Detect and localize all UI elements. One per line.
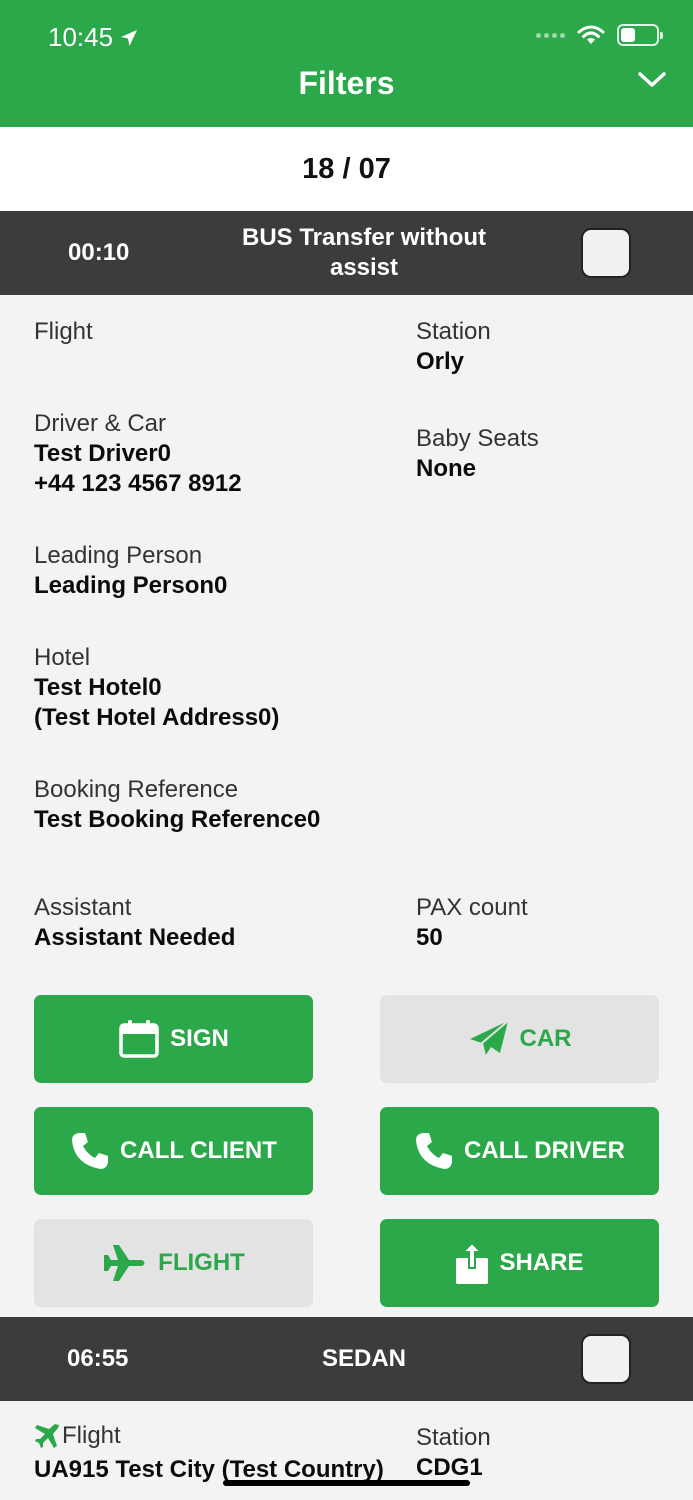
hotel-name: Test Hotel0 bbox=[34, 674, 162, 701]
transfer-header[interactable]: 06:55 SEDAN bbox=[0, 1317, 693, 1401]
battery-icon bbox=[617, 24, 663, 46]
call-client-button[interactable]: CALL CLIENT bbox=[34, 1107, 313, 1195]
leading-person-value: Leading Person0 bbox=[34, 572, 228, 599]
airplane-icon bbox=[35, 1424, 59, 1448]
baby-seats-label: Baby Seats bbox=[416, 425, 539, 452]
date-selector[interactable]: 18 / 07 bbox=[0, 127, 693, 211]
sign-button[interactable]: SIGN bbox=[34, 995, 313, 1083]
driver-phone: +44 123 4567 8912 bbox=[34, 470, 242, 497]
call-driver-button-label: CALL DRIVER bbox=[464, 1137, 625, 1164]
share-button[interactable]: SHARE bbox=[380, 1219, 659, 1307]
app-header: 10:45 Filters bbox=[0, 0, 693, 127]
driver-name: Test Driver0 bbox=[34, 440, 171, 467]
home-indicator bbox=[223, 1480, 470, 1486]
transfer-time: 00:10 bbox=[68, 239, 130, 266]
station-label: Station bbox=[416, 1424, 491, 1451]
location-arrow-icon bbox=[121, 29, 138, 46]
flight-label-row: Flight bbox=[34, 1421, 121, 1451]
station-value: CDG1 bbox=[416, 1454, 483, 1481]
paper-plane-icon bbox=[469, 1020, 509, 1057]
sign-button-label: SIGN bbox=[170, 1025, 229, 1052]
wifi-icon bbox=[577, 25, 605, 44]
status-time: 10:45 bbox=[48, 22, 139, 53]
transfer-checkbox[interactable] bbox=[581, 1334, 631, 1384]
assistant-value: Assistant Needed bbox=[34, 924, 236, 951]
status-indicators bbox=[536, 24, 663, 46]
baby-seats-value: None bbox=[416, 455, 476, 482]
phone-icon bbox=[416, 1133, 453, 1169]
flight-label: Flight bbox=[34, 318, 93, 345]
signal-icon bbox=[536, 32, 565, 38]
calendar-icon bbox=[119, 1020, 159, 1058]
station-label: Station bbox=[416, 318, 491, 345]
transfer-header[interactable]: 00:10 BUS Transfer without assist bbox=[0, 211, 693, 295]
call-client-button-label: CALL CLIENT bbox=[120, 1137, 277, 1164]
share-icon bbox=[456, 1242, 489, 1284]
booking-reference-label: Booking Reference bbox=[34, 776, 239, 803]
flight-button[interactable]: FLIGHT bbox=[34, 1219, 313, 1307]
flight-button-label: FLIGHT bbox=[158, 1249, 245, 1276]
share-button-label: SHARE bbox=[499, 1249, 584, 1276]
pax-count-label: PAX count bbox=[416, 894, 528, 921]
call-driver-button[interactable]: CALL DRIVER bbox=[380, 1107, 659, 1195]
phone-icon bbox=[72, 1133, 109, 1169]
car-button[interactable]: CAR bbox=[380, 995, 659, 1083]
chevron-down-icon[interactable] bbox=[637, 70, 667, 90]
page-title: Filters bbox=[298, 65, 395, 101]
airplane-icon bbox=[104, 1245, 145, 1281]
status-time-text: 10:45 bbox=[48, 22, 114, 52]
driver-car-label: Driver & Car bbox=[34, 410, 167, 437]
leading-person-label: Leading Person bbox=[34, 542, 203, 569]
hotel-address: (Test Hotel Address0) bbox=[34, 704, 280, 731]
booking-reference-value: Test Booking Reference0 bbox=[34, 806, 321, 833]
flight-label: Flight bbox=[62, 1422, 121, 1449]
station-value: Orly bbox=[416, 348, 465, 375]
transfer-checkbox[interactable] bbox=[581, 228, 631, 278]
transfer-time: 06:55 bbox=[67, 1345, 129, 1372]
transfer-type: BUS Transfer without assist bbox=[241, 224, 487, 281]
transfer-type: SEDAN bbox=[321, 1345, 406, 1372]
pax-count-value: 50 bbox=[416, 924, 443, 951]
hotel-label: Hotel bbox=[34, 644, 91, 671]
car-button-label: CAR bbox=[519, 1025, 572, 1052]
assistant-label: Assistant bbox=[34, 894, 132, 921]
date-label: 18 / 07 bbox=[302, 152, 391, 185]
